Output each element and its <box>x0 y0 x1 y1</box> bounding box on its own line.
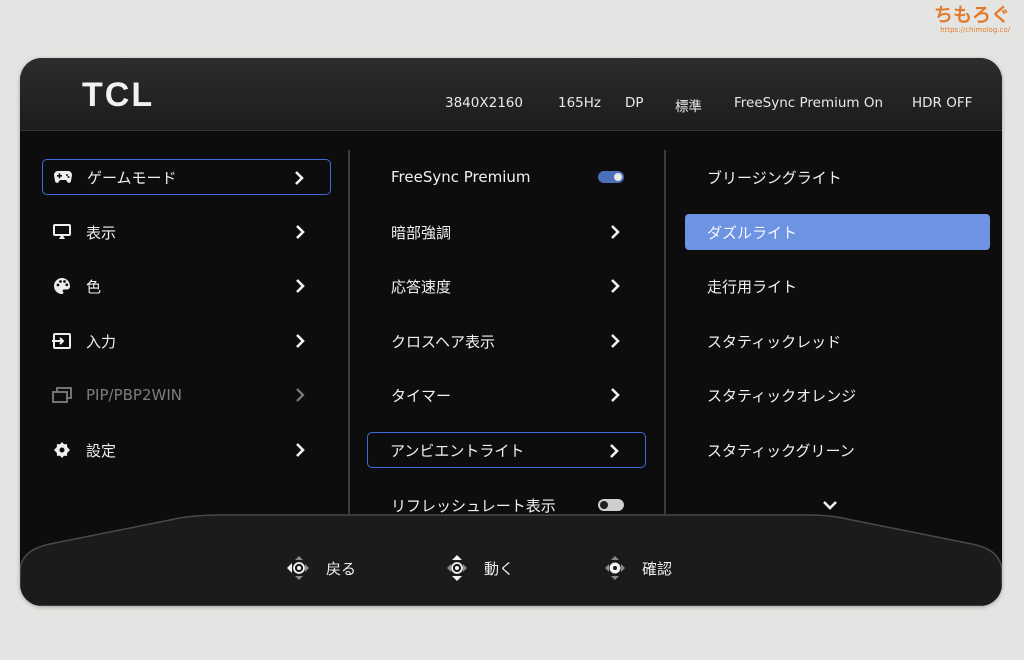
status-hdr: HDR OFF <box>912 95 973 111</box>
status-freesync: FreeSync Premium On <box>734 95 884 111</box>
option-label: スタティックレッド <box>707 332 842 351</box>
option-label: 暗部強調 <box>391 223 452 242</box>
status-input: DP <box>625 95 644 111</box>
option-timer[interactable]: タイマー <box>367 377 646 413</box>
pip-icon <box>52 385 72 405</box>
option-freesync-premium[interactable]: FreeSync Premium <box>367 159 646 195</box>
option-label: アンビエントライト <box>390 441 525 460</box>
option-response-time[interactable]: 応答速度 <box>367 268 646 304</box>
menu-item-label: 設定 <box>86 441 117 460</box>
osd-header: TCL 3840X2160 165Hz DP 標準 FreeSync Premi… <box>20 58 1002 131</box>
chevron-right-icon <box>610 444 619 458</box>
footer-label: 動く <box>484 559 515 578</box>
ambient-option-breathing[interactable]: ブリージングライト <box>685 159 990 195</box>
chevron-right-icon <box>296 388 305 402</box>
status-resolution: 3840X2160 <box>445 95 523 111</box>
chevron-right-icon <box>296 334 305 348</box>
refresh-display-toggle[interactable] <box>598 499 624 511</box>
dpad-move-icon <box>447 555 467 581</box>
chevron-right-icon <box>611 225 620 239</box>
status-refresh-rate: 165Hz <box>558 95 602 111</box>
option-label: FreeSync Premium <box>391 168 531 186</box>
osd-menu: TCL 3840X2160 165Hz DP 標準 FreeSync Premi… <box>20 58 1002 606</box>
watermark-url: https://chimolog.co/ <box>940 26 1010 34</box>
option-label: スタティックグリーン <box>707 441 855 460</box>
option-label: タイマー <box>391 386 452 405</box>
input-icon <box>52 331 72 351</box>
ambient-option-running[interactable]: 走行用ライト <box>685 268 990 304</box>
option-label: スタティックオレンジ <box>707 386 857 405</box>
option-label: ブリージングライト <box>707 168 842 187</box>
status-picture-mode: 標準 <box>675 99 702 115</box>
menu-item-label: 色 <box>86 277 102 296</box>
gear-icon <box>52 440 72 460</box>
chevron-right-icon <box>295 171 304 185</box>
ambient-option-static-red[interactable]: スタティックレッド <box>685 323 990 359</box>
ambient-option-dazzle[interactable]: ダズルライト <box>685 214 990 250</box>
option-shadow-boost[interactable]: 暗部強調 <box>367 214 646 250</box>
chevron-right-icon <box>296 279 305 293</box>
watermark-title: ちもろぐ <box>933 4 1010 26</box>
menu-item-settings[interactable]: 設定 <box>42 432 331 468</box>
column-divider <box>664 150 666 514</box>
watermark: ちもろぐ https://chimolog.co/ <box>934 4 1010 35</box>
menu-item-pip[interactable]: PIP/PBP2WIN <box>42 377 331 413</box>
footer-label: 確認 <box>642 559 673 578</box>
footer-confirm: 確認 <box>600 555 672 581</box>
menu-item-display[interactable]: 表示 <box>42 214 331 250</box>
option-crosshair[interactable]: クロスヘア表示 <box>367 323 646 359</box>
ambient-option-static-green[interactable]: スタティックグリーン <box>685 432 990 468</box>
palette-icon <box>52 276 72 296</box>
menu-item-label: PIP/PBP2WIN <box>86 386 182 404</box>
chevron-right-icon <box>611 279 620 293</box>
option-label: クロスヘア表示 <box>391 332 495 351</box>
chevron-right-icon <box>296 443 305 457</box>
chevron-right-icon <box>296 225 305 239</box>
chevron-right-icon <box>611 334 620 348</box>
menu-item-label: 表示 <box>86 223 117 242</box>
ambient-option-static-orange[interactable]: スタティックオレンジ <box>685 377 990 413</box>
chevron-right-icon <box>611 388 620 402</box>
footer-move: 動く <box>442 555 514 581</box>
column-divider <box>348 150 350 514</box>
option-label: 応答速度 <box>391 277 452 296</box>
option-label: リフレッシュレート表示 <box>391 496 556 515</box>
tcl-logo: TCL <box>82 76 155 114</box>
display-icon <box>52 222 72 242</box>
gamepad-icon <box>53 167 73 187</box>
dpad-confirm-icon <box>605 556 625 580</box>
option-label: ダズルライト <box>707 223 798 242</box>
menu-item-color[interactable]: 色 <box>42 268 331 304</box>
menu-item-game-mode[interactable]: ゲームモード <box>42 159 331 195</box>
menu-item-label: ゲームモード <box>87 168 177 187</box>
footer-label: 戻る <box>326 559 357 578</box>
dpad-back-icon <box>287 556 309 580</box>
chevron-down-icon[interactable] <box>821 499 839 511</box>
option-ambient-light[interactable]: アンビエントライト <box>367 432 646 468</box>
footer-back: 戻る <box>284 555 356 581</box>
menu-item-label: 入力 <box>86 332 117 351</box>
option-label: 走行用ライト <box>707 277 798 296</box>
menu-item-input[interactable]: 入力 <box>42 323 331 359</box>
freesync-toggle[interactable] <box>598 171 624 183</box>
